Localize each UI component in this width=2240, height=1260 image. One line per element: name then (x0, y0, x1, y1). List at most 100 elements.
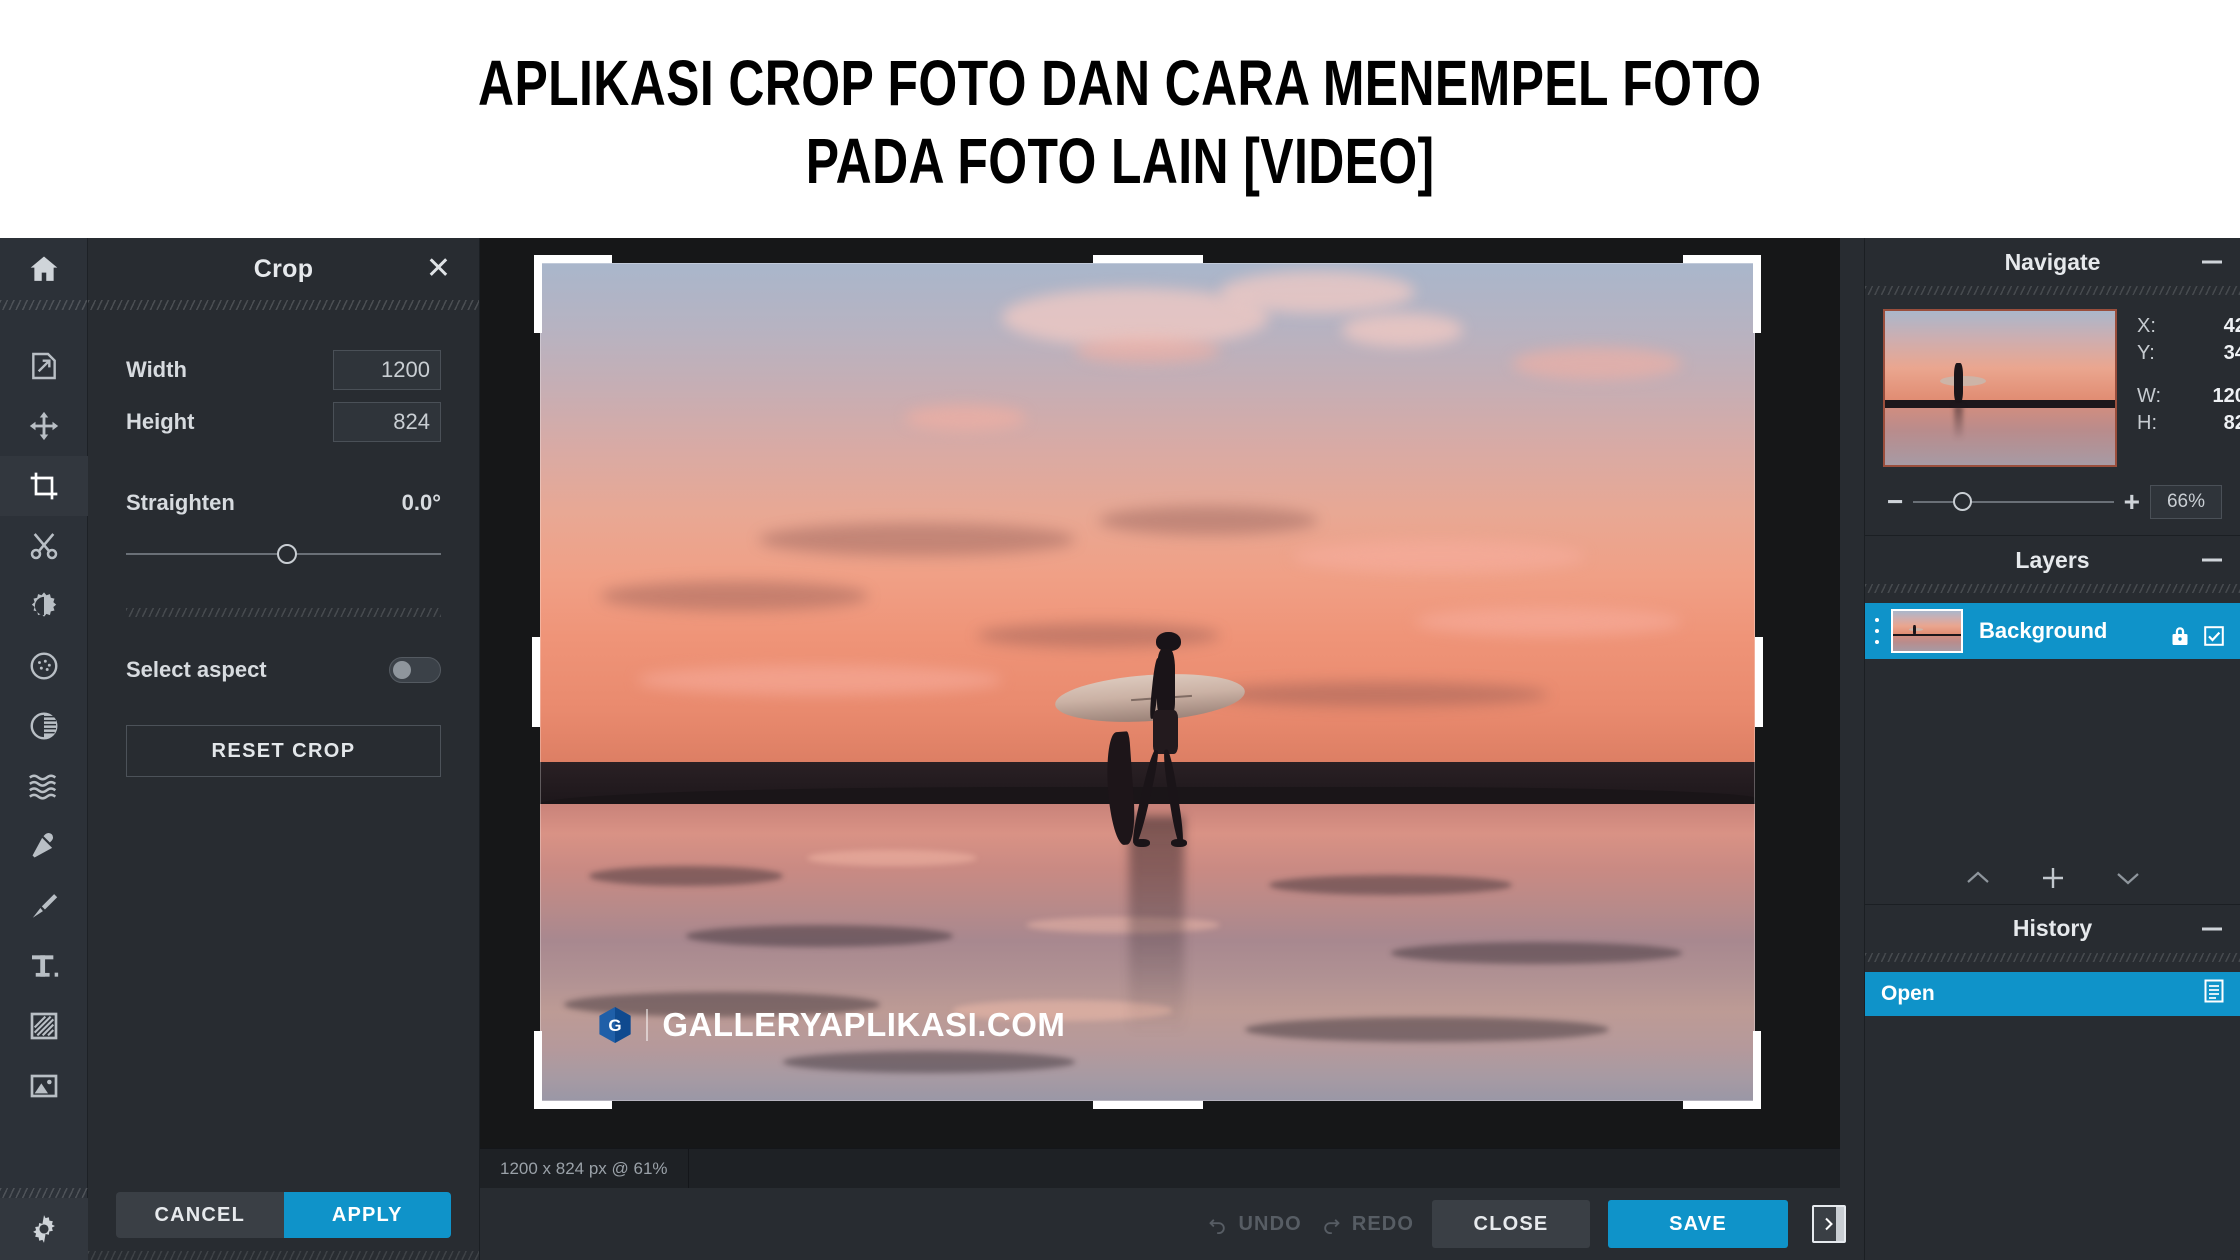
layer-item-background[interactable]: Background (1865, 603, 2240, 659)
text-icon[interactable] (0, 936, 88, 996)
move-icon[interactable] (0, 396, 88, 456)
reset-crop-button[interactable]: RESET CROP (126, 725, 441, 777)
move-layer-up-icon[interactable] (1963, 867, 1993, 889)
cancel-button[interactable]: CANCEL (116, 1192, 284, 1238)
navigate-w-value: 1200 (2212, 385, 2240, 407)
rail-divider-hatch (0, 300, 87, 310)
crop-handle-left-middle[interactable] (532, 637, 540, 727)
edited-photo: G GALLERYAPLIKASI.COM (540, 263, 1755, 1101)
layers-minimize-icon[interactable] (2202, 558, 2222, 562)
add-layer-icon[interactable] (2039, 864, 2067, 892)
crop-icon[interactable] (0, 456, 88, 516)
navigate-y-label: Y: (2137, 342, 2155, 364)
height-input[interactable] (333, 402, 441, 442)
watermark-divider (646, 1009, 649, 1042)
zoom-out-button[interactable]: − (1887, 488, 1903, 516)
layer-name: Background (1979, 618, 2108, 643)
brush-icon[interactable] (0, 876, 88, 936)
resize-icon[interactable] (0, 336, 88, 396)
image-icon[interactable] (0, 1056, 88, 1116)
clone-icon[interactable] (0, 816, 88, 876)
navigate-title: Navigate (2004, 248, 2101, 275)
svg-text:G: G (609, 1016, 622, 1035)
status-dimensions: 1200 x 824 px @ 61% (480, 1149, 689, 1188)
navigate-x-label: X: (2137, 315, 2156, 337)
crop-panel-footer: CANCEL APPLY (88, 1192, 479, 1260)
navigate-h-label: H: (2137, 412, 2157, 434)
undo-label: UNDO (1238, 1212, 1302, 1235)
straighten-slider[interactable] (126, 542, 441, 566)
navigate-h-value: 824 (2223, 412, 2240, 434)
history-hatch (1865, 952, 2240, 962)
undo-button[interactable]: UNDO (1207, 1213, 1302, 1236)
crop-panel-section-hatch (126, 608, 441, 617)
gear-icon[interactable] (0, 1198, 88, 1260)
select-aspect-label: Select aspect (126, 657, 267, 682)
crop-panel-title: Crop (253, 254, 314, 283)
drag-handle-icon[interactable] (1875, 618, 1881, 644)
move-layer-down-icon[interactable] (2113, 867, 2143, 889)
select-aspect-row: Select aspect (126, 657, 441, 683)
layer-thumbnail (1891, 609, 1963, 653)
crop-panel: Crop ✕ Width Height Straighten 0.0° (88, 238, 480, 1260)
width-input[interactable] (333, 350, 441, 390)
apply-button[interactable]: APPLY (283, 1192, 451, 1238)
visibility-checkbox[interactable] (2202, 624, 2226, 653)
crop-handle-bottom-middle[interactable] (1092, 1101, 1203, 1109)
zoom-in-button[interactable]: + (2124, 488, 2140, 516)
watermark-text: GALLERYAPLIKASI.COM (662, 1006, 1066, 1044)
effects-icon[interactable] (0, 636, 88, 696)
navigate-thumbnail[interactable] (1883, 309, 2117, 467)
crop-handle-top-middle[interactable] (1092, 255, 1203, 263)
zoom-slider-knob[interactable] (1953, 492, 1973, 511)
page-title-line-1: APLIKASI CROP FOTO DAN CARA MENEMPEL FOT… (478, 46, 1762, 119)
lock-icon[interactable] (2168, 624, 2192, 653)
save-button[interactable]: SAVE (1608, 1200, 1788, 1248)
redo-button[interactable]: REDO (1320, 1213, 1414, 1236)
navigate-minimize-icon[interactable] (2202, 260, 2222, 264)
navigate-y-row: Y: 341 (2137, 340, 2240, 367)
canvas-stage[interactable]: G GALLERYAPLIKASI.COM (480, 238, 1840, 1148)
straighten-row: Straighten 0.0° (126, 490, 441, 516)
watermark: G GALLERYAPLIKASI.COM (598, 1006, 1065, 1044)
bottom-action-bar: UNDO REDO CLOSE SAVE (480, 1188, 1864, 1260)
history-list-empty (1865, 1016, 2240, 1260)
status-bar: 1200 x 824 px @ 61% (480, 1148, 1840, 1188)
history-item-open[interactable]: Open (1865, 971, 2240, 1016)
zoom-level-value[interactable]: 66% (2150, 485, 2222, 519)
straighten-value: 0.0° (401, 490, 441, 515)
adjust-icon[interactable] (0, 576, 88, 636)
navigate-h-row: H: 824 (2137, 410, 2240, 437)
straighten-slider-knob[interactable] (277, 544, 298, 564)
close-button[interactable]: CLOSE (1432, 1200, 1590, 1248)
photo-surfer-silhouette (1054, 631, 1251, 850)
height-row: Height (126, 402, 441, 442)
page-title-line-2: PADA FOTO LAIN [VIDEO] (805, 125, 1435, 197)
crop-panel-footer-hatch (88, 1251, 479, 1260)
document-icon (2202, 978, 2226, 1009)
texture-icon[interactable] (0, 996, 88, 1056)
zoom-slider[interactable] (1913, 492, 2114, 512)
select-aspect-toggle[interactable] (389, 657, 441, 683)
history-panel-header: History (1865, 905, 2240, 953)
history-title: History (2012, 915, 2093, 941)
denoise-icon[interactable] (0, 756, 88, 816)
cut-icon[interactable] (0, 516, 88, 576)
history-minimize-icon[interactable] (2202, 927, 2222, 930)
home-icon[interactable] (0, 238, 88, 300)
redo-label: REDO (1351, 1212, 1414, 1235)
collapse-panel-button[interactable] (1812, 1205, 1846, 1243)
crop-handle-bottom-right[interactable] (1683, 1101, 1761, 1109)
close-icon[interactable]: ✕ (426, 254, 451, 284)
navigate-x-value: 425 (2223, 315, 2240, 337)
crop-handle-right-middle[interactable] (1755, 637, 1763, 727)
navigate-readout: X: 425 Y: 341 W: 1200 H: 824 (2137, 309, 2240, 467)
width-label: Width (126, 357, 187, 382)
right-dock: Navigate X: 425 Y: 341 (1864, 238, 2240, 1260)
filter-icon[interactable] (0, 696, 88, 756)
crop-handle-bottom-left[interactable] (534, 1101, 612, 1109)
crop-selection[interactable]: G GALLERYAPLIKASI.COM (532, 255, 1763, 1109)
crop-panel-header: Crop ✕ (88, 238, 479, 300)
crop-handle-top-right[interactable] (1683, 255, 1761, 263)
crop-handle-top-left[interactable] (534, 255, 612, 263)
